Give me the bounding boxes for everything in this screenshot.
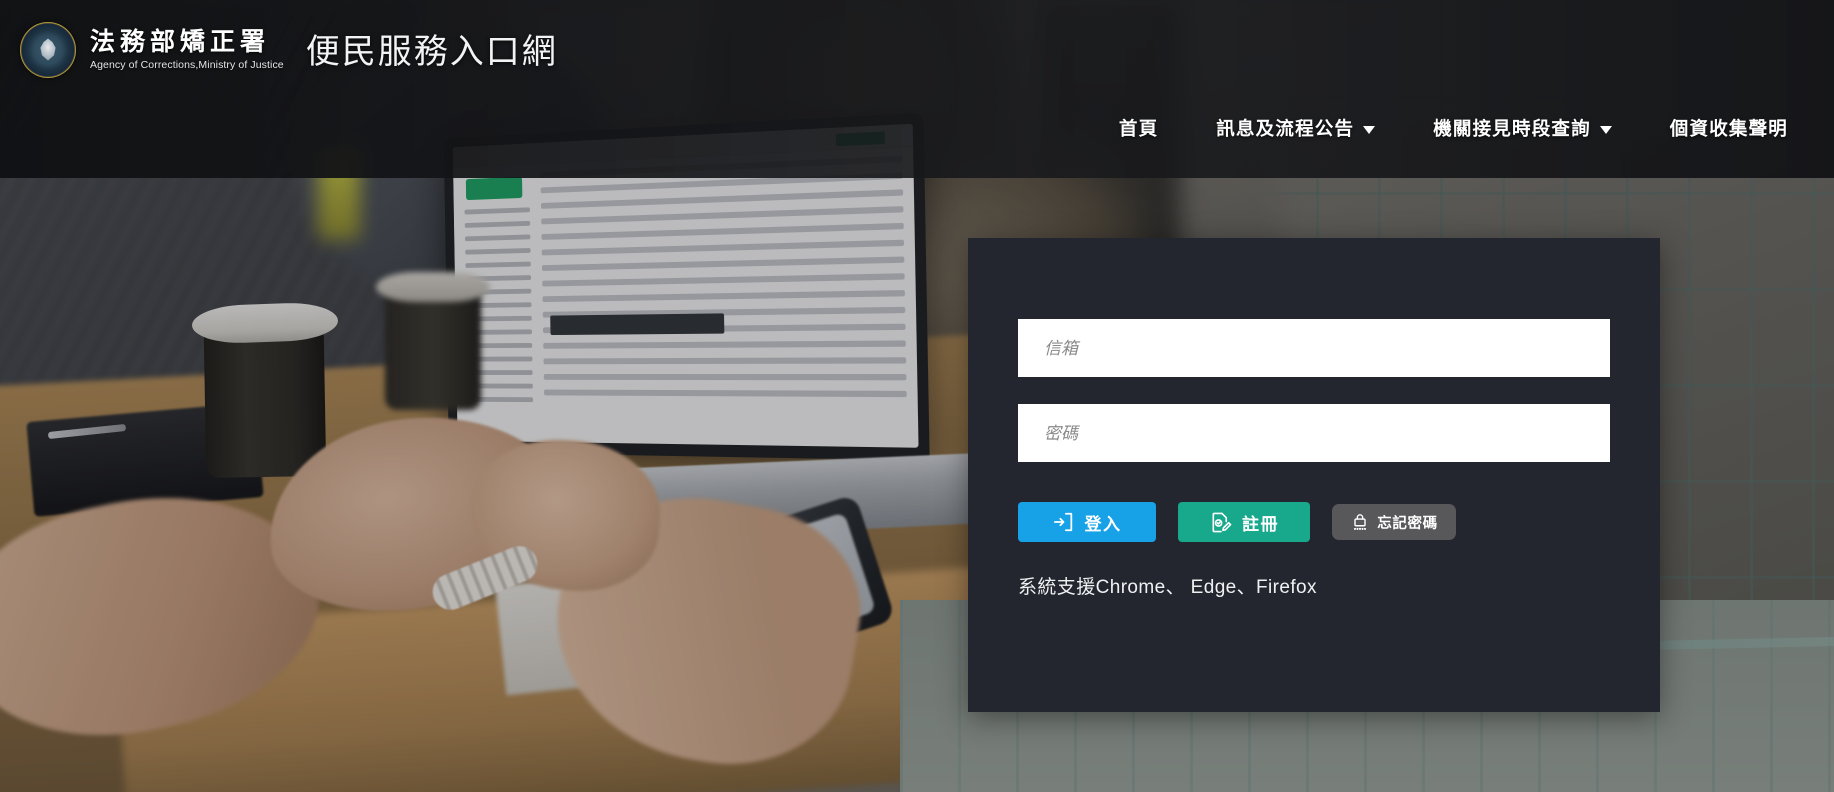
agency-name-en: Agency of Corrections,Ministry of Justic… [90, 58, 284, 71]
browser-support-text: 系統支援Chrome、 Edge、Firefox [1018, 577, 1317, 598]
agency-name-cn: 法務部矯正署 [90, 28, 271, 57]
login-arrow-icon [1053, 512, 1072, 532]
forgot-password-button-label: 忘記密碼 [1377, 515, 1438, 532]
login-page: 法務部矯正署 Agency of Corrections,Ministry of… [0, 0, 1834, 792]
lock-asterisk-icon [1354, 514, 1367, 530]
login-button-label: 登入 [1084, 514, 1122, 534]
register-button[interactable]: 註冊 [1178, 502, 1310, 542]
forgot-password-button[interactable]: 忘記密碼 [1332, 504, 1456, 540]
nav-item-label: 首頁 [1118, 118, 1159, 139]
nav-item-privacy-statement[interactable]: 個資收集聲明 [1670, 115, 1788, 141]
main-navigation: 首頁 訊息及流程公告 機關接見時段查詢 個資收集聲明 [1119, 115, 1788, 141]
site-header: 法務部矯正署 Agency of Corrections,Ministry of… [0, 0, 1834, 178]
nav-item-home[interactable]: 首頁 [1119, 115, 1158, 141]
chevron-down-icon [1363, 125, 1376, 134]
nav-item-label: 個資收集聲明 [1669, 118, 1788, 139]
email-field[interactable] [1018, 319, 1610, 377]
login-panel: 登入 註冊 [968, 238, 1660, 712]
nav-item-announcements[interactable]: 訊息及流程公告 [1216, 115, 1376, 141]
login-actions: 登入 註冊 忘記密碼 [1018, 502, 1610, 542]
chevron-down-icon [1599, 125, 1612, 134]
password-field[interactable] [1018, 404, 1610, 462]
brand[interactable]: 法務部矯正署 Agency of Corrections,Ministry of… [20, 22, 558, 78]
register-button-label: 註冊 [1242, 514, 1279, 534]
nav-item-label: 訊息及流程公告 [1216, 118, 1355, 139]
nav-item-label: 機關接見時段查詢 [1433, 118, 1591, 139]
page-title: 便民服務入口網 [305, 33, 558, 71]
government-seal-icon [20, 22, 76, 78]
login-button[interactable]: 登入 [1018, 502, 1156, 542]
document-edit-icon [1212, 512, 1232, 532]
nav-item-visit-schedule[interactable]: 機關接見時段查詢 [1433, 115, 1612, 141]
